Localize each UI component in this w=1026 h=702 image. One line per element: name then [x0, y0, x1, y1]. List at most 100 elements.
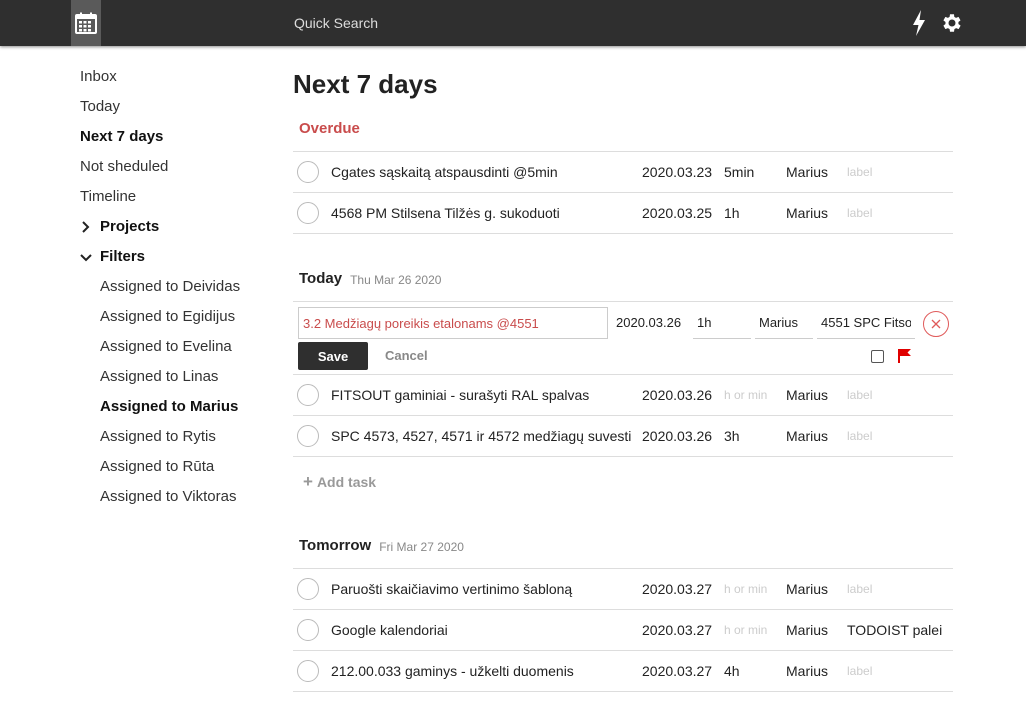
section-tomorrow-header: Tomorrow Fri Mar 27 2020	[293, 523, 953, 569]
task-label[interactable]: label	[847, 165, 872, 179]
task-date[interactable]: 2020.03.25	[642, 205, 712, 221]
task-user[interactable]: Marius	[786, 663, 828, 679]
add-task-button[interactable]: + Add task	[293, 457, 953, 507]
task-date[interactable]: 2020.03.26	[642, 428, 712, 444]
section-date: Fri Mar 27 2020	[379, 539, 464, 554]
task-date[interactable]: 2020.03.27	[642, 622, 712, 638]
sidebar-item-next-7-days[interactable]: Next 7 days	[80, 122, 270, 152]
task-row[interactable]: 4568 PM Stilsena Tilžės g. sukoduoti 202…	[293, 193, 953, 234]
cancel-button[interactable]: Cancel	[385, 348, 428, 363]
task-row[interactable]: Cgates sąskaitą atspausdinti @5min 2020.…	[293, 152, 953, 193]
task-user[interactable]: Marius	[786, 428, 828, 444]
page-title: Next 7 days	[293, 69, 438, 99]
task-title-input[interactable]	[298, 307, 608, 339]
task-date[interactable]: 2020.03.26	[616, 315, 681, 330]
task-user-input[interactable]	[755, 307, 813, 339]
complete-checkbox[interactable]	[297, 161, 319, 183]
section-date: Thu Mar 26 2020	[350, 272, 442, 287]
task-label[interactable]: label	[847, 429, 872, 443]
section-title: Today	[299, 270, 343, 287]
complete-checkbox[interactable]	[297, 425, 319, 447]
task-title[interactable]: SPC 4573, 4527, 4571 ir 4572 medžiagų su…	[331, 428, 631, 444]
filter-linas[interactable]: Assigned to Linas	[80, 362, 270, 392]
quick-search[interactable]: Quick Search	[294, 15, 378, 31]
chevron-down-icon	[80, 252, 100, 262]
task-label[interactable]: TODOIST palei	[847, 622, 942, 638]
task-user[interactable]: Marius	[786, 581, 828, 597]
task-duration[interactable]: h or min	[724, 388, 767, 402]
task-edit-form: 2020.03.26 Save Cancel	[293, 302, 953, 375]
task-duration[interactable]: 1h	[724, 205, 740, 221]
add-task-label: Add task	[316, 474, 377, 490]
calendar-button[interactable]	[71, 0, 101, 46]
task-duration[interactable]: 5min	[724, 164, 754, 180]
task-duration-input[interactable]	[693, 307, 751, 339]
sidebar-group-filters[interactable]: Filters	[80, 242, 270, 272]
sidebar-item-inbox[interactable]: Inbox	[80, 62, 270, 92]
sidebar-group-label: Filters	[100, 248, 146, 265]
task-label-input[interactable]	[817, 307, 915, 339]
sidebar-item-today[interactable]: Today	[80, 92, 270, 122]
main-content: Next 7 days Overdue Cgates sąskaitą atsp…	[293, 62, 953, 692]
task-row[interactable]: SPC 4573, 4527, 4571 ir 4572 medžiagų su…	[293, 416, 953, 457]
close-icon	[931, 319, 941, 329]
section-title: Tomorrow	[299, 537, 372, 554]
complete-checkbox[interactable]	[297, 384, 319, 406]
calendar-icon	[75, 12, 97, 34]
task-title[interactable]: 212.00.033 gaminys - užkelti duomenis	[331, 663, 631, 679]
section-overdue-header: Overdue	[293, 106, 953, 152]
sidebar-item-timeline[interactable]: Timeline	[80, 182, 270, 212]
filter-rytis[interactable]: Assigned to Rytis	[80, 422, 270, 452]
sidebar-group-projects[interactable]: Projects	[80, 212, 270, 242]
chevron-right-icon	[80, 221, 100, 233]
task-user[interactable]: Marius	[786, 622, 828, 638]
gear-icon[interactable]	[940, 11, 964, 35]
task-title[interactable]: Google kalendoriai	[331, 622, 631, 638]
bolt-icon[interactable]	[910, 10, 928, 36]
task-date[interactable]: 2020.03.27	[642, 581, 712, 597]
task-user[interactable]: Marius	[786, 164, 828, 180]
sidebar-group-label: Projects	[100, 218, 160, 235]
sidebar-item-not-sheduled[interactable]: Not sheduled	[80, 152, 270, 182]
task-date[interactable]: 2020.03.23	[642, 164, 712, 180]
filter-egidijus[interactable]: Assigned to Egidijus	[80, 302, 270, 332]
task-row[interactable]: Paruošti skaičiavimo vertinimo šabloną 2…	[293, 569, 953, 610]
filter-deividas[interactable]: Assigned to Deividas	[80, 272, 270, 302]
filter-evelina[interactable]: Assigned to Evelina	[80, 332, 270, 362]
task-title[interactable]: Cgates sąskaitą atspausdinti @5min	[331, 164, 631, 180]
complete-checkbox[interactable]	[297, 660, 319, 682]
save-button[interactable]: Save	[298, 342, 368, 370]
task-label[interactable]: label	[847, 582, 872, 596]
complete-checkbox[interactable]	[297, 202, 319, 224]
task-label[interactable]: label	[847, 388, 872, 402]
task-date[interactable]: 2020.03.27	[642, 663, 712, 679]
task-row[interactable]: 212.00.033 gaminys - užkelti duomenis 20…	[293, 651, 953, 692]
complete-checkbox[interactable]	[297, 619, 319, 641]
filter-viktoras[interactable]: Assigned to Viktoras	[80, 482, 270, 512]
task-title[interactable]: Paruošti skaičiavimo vertinimo šabloną	[331, 581, 631, 597]
task-row[interactable]: FITSOUT gaminiai - surašyti RAL spalvas …	[293, 375, 953, 416]
task-user[interactable]: Marius	[786, 387, 828, 403]
sidebar: Inbox Today Next 7 days Not sheduled Tim…	[80, 62, 270, 512]
task-title[interactable]: FITSOUT gaminiai - surašyti RAL spalvas	[331, 387, 631, 403]
filter-ruta[interactable]: Assigned to Rūta	[80, 452, 270, 482]
task-duration[interactable]: 3h	[724, 428, 740, 444]
complete-checkbox[interactable]	[297, 578, 319, 600]
task-title[interactable]: 4568 PM Stilsena Tilžės g. sukoduoti	[331, 205, 631, 221]
edit-checkbox[interactable]	[871, 350, 884, 363]
filter-marius[interactable]: Assigned to Marius	[80, 392, 270, 422]
section-title: Overdue	[299, 120, 360, 137]
task-duration[interactable]: h or min	[724, 623, 767, 637]
task-duration[interactable]: 4h	[724, 663, 740, 679]
task-label[interactable]: label	[847, 664, 872, 678]
top-bar: Quick Search	[0, 0, 1026, 46]
task-date[interactable]: 2020.03.26	[642, 387, 712, 403]
flag-icon[interactable]	[898, 348, 912, 364]
task-row[interactable]: Google kalendoriai 2020.03.27 h or min M…	[293, 610, 953, 651]
task-duration[interactable]: h or min	[724, 582, 767, 596]
remove-button[interactable]	[923, 311, 949, 337]
task-label[interactable]: label	[847, 206, 872, 220]
task-user[interactable]: Marius	[786, 205, 828, 221]
section-today-header: Today Thu Mar 26 2020	[293, 256, 953, 302]
plus-icon: +	[303, 472, 313, 491]
